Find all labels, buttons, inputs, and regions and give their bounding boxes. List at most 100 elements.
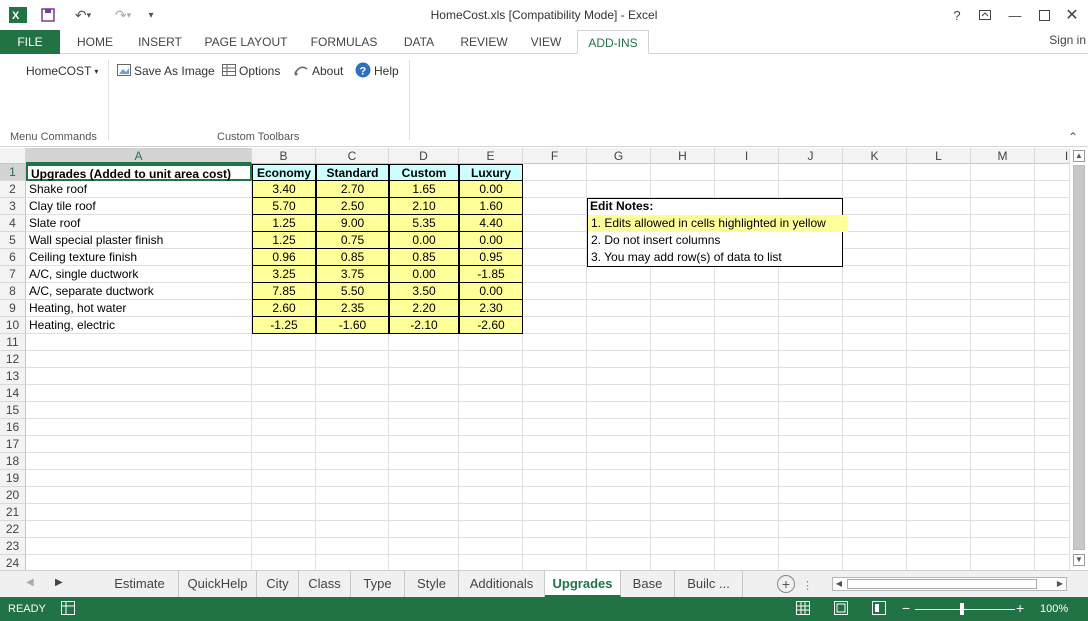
- cost-value-cell[interactable]: 3.75: [316, 266, 389, 283]
- tab-view[interactable]: VIEW: [522, 30, 570, 54]
- column-header-j[interactable]: J: [779, 148, 843, 164]
- cost-value-cell[interactable]: 0.75: [316, 232, 389, 249]
- vertical-scrollbar[interactable]: ▲ ▼: [1069, 148, 1088, 570]
- cost-value-cell[interactable]: 3.40: [252, 181, 316, 198]
- row-header-2[interactable]: 2: [0, 181, 26, 198]
- cost-value-cell[interactable]: -1.25: [252, 317, 316, 334]
- upgrade-name-cell[interactable]: Wall special plaster finish: [26, 232, 252, 249]
- cost-value-cell[interactable]: 5.50: [316, 283, 389, 300]
- cost-value-cell[interactable]: 0.00: [459, 283, 523, 300]
- cost-value-cell[interactable]: 1.25: [252, 232, 316, 249]
- upgrade-name-cell[interactable]: A/C, separate ductwork: [26, 283, 252, 300]
- row-header-14[interactable]: 14: [0, 385, 26, 402]
- sheet-tab-builc[interactable]: Builc ...: [675, 571, 743, 597]
- cost-value-cell[interactable]: -2.60: [459, 317, 523, 334]
- sheet-tab-type[interactable]: Type: [351, 571, 405, 597]
- scroll-left-icon[interactable]: ◀: [833, 578, 845, 590]
- row-header-7[interactable]: 7: [0, 266, 26, 283]
- cost-value-cell[interactable]: 0.00: [459, 232, 523, 249]
- sheet-tab-style[interactable]: Style: [405, 571, 459, 597]
- row-header-11[interactable]: 11: [0, 334, 26, 351]
- row-header-16[interactable]: 16: [0, 419, 26, 436]
- row-header-3[interactable]: 3: [0, 198, 26, 215]
- close-icon[interactable]: ✕: [1061, 6, 1083, 24]
- tab-file[interactable]: FILE: [0, 30, 60, 54]
- tab-review[interactable]: REVIEW: [454, 30, 514, 54]
- cost-value-cell[interactable]: 0.00: [389, 232, 459, 249]
- upgrade-name-cell[interactable]: A/C, single ductwork: [26, 266, 252, 283]
- cost-value-cell[interactable]: 0.85: [316, 249, 389, 266]
- row-header-4[interactable]: 4: [0, 215, 26, 232]
- minimize-icon[interactable]: —: [1004, 6, 1026, 24]
- row-header-6[interactable]: 6: [0, 249, 26, 266]
- cost-value-cell[interactable]: 2.35: [316, 300, 389, 317]
- table-header-cell[interactable]: Custom: [389, 164, 459, 181]
- upgrade-name-cell[interactable]: Ceiling texture finish: [26, 249, 252, 266]
- sheet-tab-base[interactable]: Base: [621, 571, 675, 597]
- table-header-cell[interactable]: Luxury: [459, 164, 523, 181]
- row-header-21[interactable]: 21: [0, 504, 26, 521]
- upgrade-name-cell[interactable]: Heating, electric: [26, 317, 252, 334]
- column-header-h[interactable]: H: [651, 148, 715, 164]
- column-header-i[interactable]: I: [715, 148, 779, 164]
- sheet-tab-additionals[interactable]: Additionals: [459, 571, 545, 597]
- worksheet-grid[interactable]: A B C D E F G H I J K L M I 1 2 3 4 5 6 7 8 9 10 11 12 13 14 15 16 17 1…: [0, 148, 1069, 570]
- sheet-tab-quickhelp[interactable]: QuickHelp: [179, 571, 257, 597]
- options-button[interactable]: Options: [222, 62, 280, 80]
- cost-value-cell[interactable]: 9.00: [316, 215, 389, 232]
- upgrade-name-cell[interactable]: Slate roof: [26, 215, 252, 232]
- page-layout-view-icon[interactable]: [834, 601, 848, 618]
- cost-value-cell[interactable]: 3.50: [389, 283, 459, 300]
- row-header-9[interactable]: 9: [0, 300, 26, 317]
- cost-value-cell[interactable]: -2.10: [389, 317, 459, 334]
- tab-data[interactable]: DATA: [392, 30, 446, 54]
- help-button[interactable]: ?: [946, 6, 968, 24]
- column-header-g[interactable]: G: [587, 148, 651, 164]
- column-header-f[interactable]: F: [523, 148, 587, 164]
- column-header-a[interactable]: A: [26, 148, 252, 164]
- cost-value-cell[interactable]: 4.40: [459, 215, 523, 232]
- collapse-ribbon-icon[interactable]: ⌃: [1068, 130, 1078, 144]
- column-header-e[interactable]: E: [459, 148, 523, 164]
- cost-value-cell[interactable]: 0.85: [389, 249, 459, 266]
- zoom-in-icon[interactable]: +: [1016, 600, 1024, 616]
- column-header-l[interactable]: L: [907, 148, 971, 164]
- sheet-tab-city[interactable]: City: [257, 571, 299, 597]
- cost-value-cell[interactable]: 2.30: [459, 300, 523, 317]
- row-header-20[interactable]: 20: [0, 487, 26, 504]
- about-button[interactable]: About: [293, 62, 343, 80]
- column-header-d[interactable]: D: [389, 148, 459, 164]
- cost-value-cell[interactable]: 0.00: [389, 266, 459, 283]
- page-break-view-icon[interactable]: [872, 601, 886, 618]
- row-header-13[interactable]: 13: [0, 368, 26, 385]
- tab-page-layout[interactable]: PAGE LAYOUT: [198, 30, 294, 54]
- column-header-b[interactable]: B: [252, 148, 316, 164]
- row-header-12[interactable]: 12: [0, 351, 26, 368]
- cost-value-cell[interactable]: 1.65: [389, 181, 459, 198]
- scroll-tabs-right-icon[interactable]: ▶: [55, 577, 63, 588]
- select-all-corner[interactable]: [0, 148, 26, 164]
- sheet-tab-estimate[interactable]: Estimate: [101, 571, 179, 597]
- column-header-c[interactable]: C: [316, 148, 389, 164]
- row-header-24[interactable]: 24: [0, 555, 26, 570]
- sheet-tab-upgrades[interactable]: Upgrades: [545, 571, 621, 597]
- cost-value-cell[interactable]: 1.25: [252, 215, 316, 232]
- horizontal-scroll-thumb[interactable]: [847, 579, 1037, 589]
- row-header-15[interactable]: 15: [0, 402, 26, 419]
- cost-value-cell[interactable]: 0.00: [459, 181, 523, 198]
- table-header-cell[interactable]: Upgrades (Added to unit area cost): [26, 164, 252, 181]
- column-header-m[interactable]: M: [971, 148, 1035, 164]
- macro-record-icon[interactable]: [61, 601, 75, 618]
- cost-value-cell[interactable]: 2.10: [389, 198, 459, 215]
- scroll-down-icon[interactable]: ▼: [1073, 554, 1085, 566]
- column-header-i[interactable]: I: [1035, 148, 1069, 164]
- sheet-tab-class[interactable]: Class: [299, 571, 351, 597]
- tab-formulas[interactable]: FORMULAS: [304, 30, 384, 54]
- normal-view-icon[interactable]: [796, 601, 810, 618]
- cost-value-cell[interactable]: 1.60: [459, 198, 523, 215]
- upgrade-name-cell[interactable]: Shake roof: [26, 181, 252, 198]
- cost-value-cell[interactable]: 0.95: [459, 249, 523, 266]
- save-as-image-button[interactable]: Save As Image: [117, 62, 215, 80]
- row-header-10[interactable]: 10: [0, 317, 26, 334]
- cost-value-cell[interactable]: -1.60: [316, 317, 389, 334]
